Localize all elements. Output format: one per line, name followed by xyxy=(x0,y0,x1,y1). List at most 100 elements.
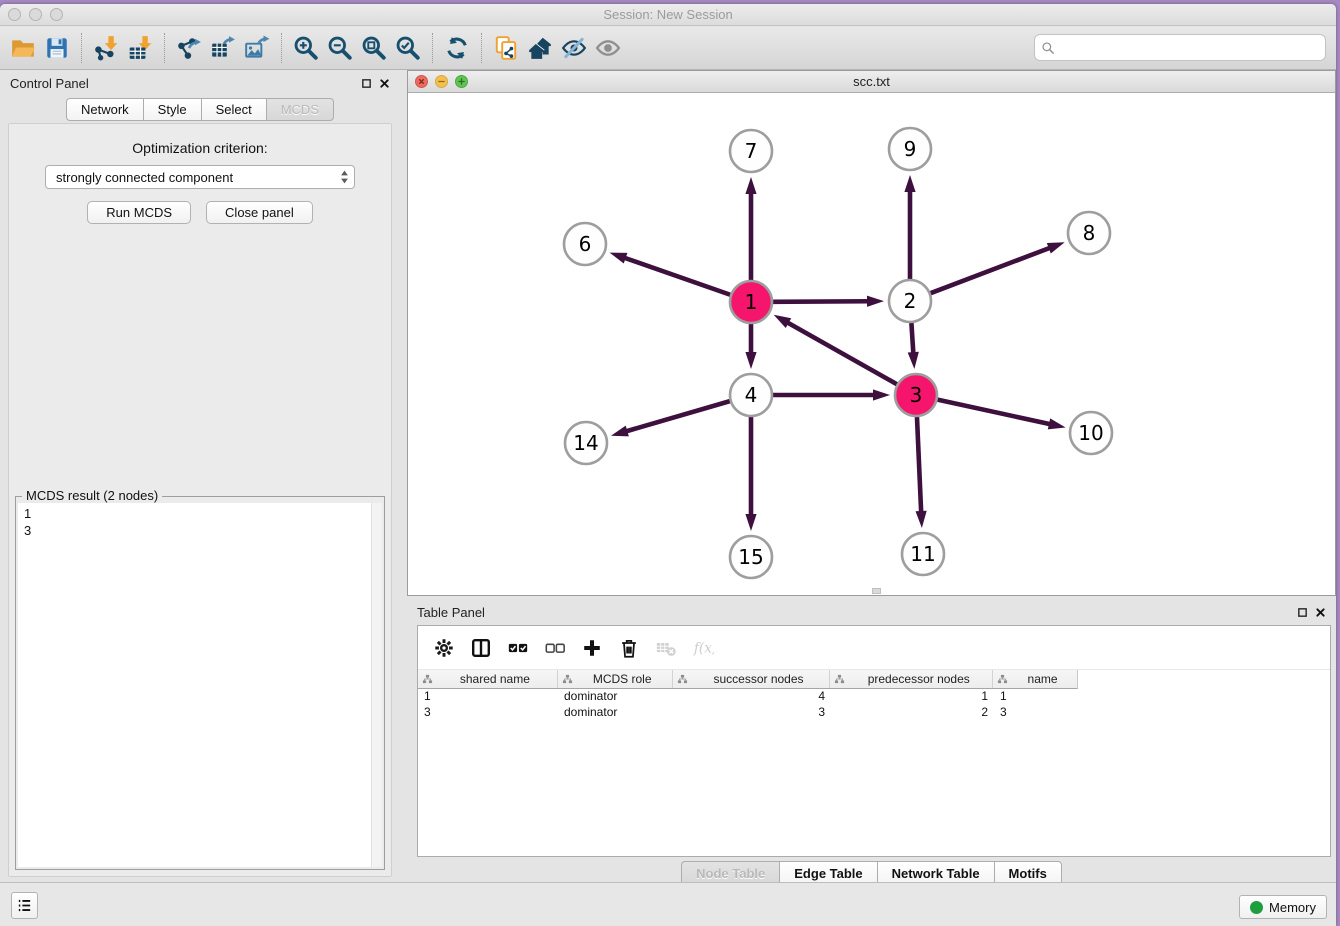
graph-edge-1-7[interactable] xyxy=(745,177,756,280)
float-panel-icon[interactable] xyxy=(361,78,372,89)
table-row[interactable]: 3dominator323 xyxy=(418,705,1330,721)
column-header-label: predecessor nodes xyxy=(847,672,990,686)
table-options-button[interactable] xyxy=(428,632,460,664)
deselect-all-rows-button[interactable] xyxy=(539,632,571,664)
graph-node-11[interactable]: 11 xyxy=(902,533,944,575)
status-menu-button[interactable] xyxy=(11,892,38,919)
column-header-predecessor-nodes[interactable]: predecessor nodes xyxy=(830,670,993,688)
zoom-out-button[interactable] xyxy=(323,31,357,65)
network-minimize-button[interactable] xyxy=(435,75,448,88)
graph-node-9[interactable]: 9 xyxy=(889,128,931,170)
mcds-result-scrollbar[interactable] xyxy=(371,503,382,867)
graph-edge-1-2[interactable] xyxy=(773,296,884,307)
function-builder-icon: f(x) xyxy=(692,637,714,659)
toolbar-separator xyxy=(481,33,482,63)
export-table-button[interactable] xyxy=(206,31,240,65)
optimization-criterion-select[interactable]: strongly connected component xyxy=(45,165,355,189)
graph-node-3[interactable]: 3 xyxy=(895,374,937,416)
delete-table-icon xyxy=(655,637,677,659)
hide-selected-icon xyxy=(561,35,587,61)
pane-resize-handle[interactable] xyxy=(872,588,881,594)
show-all-button[interactable] xyxy=(591,31,625,65)
graph-node-15[interactable]: 15 xyxy=(730,536,772,578)
graph-node-1[interactable]: 1 xyxy=(730,281,772,323)
svg-text:7: 7 xyxy=(745,139,758,163)
delete-column-icon xyxy=(618,637,640,659)
table-cell[interactable]: 1 xyxy=(994,689,1078,705)
column-header-successor-nodes[interactable]: successor nodes xyxy=(673,670,831,688)
add-column-button[interactable] xyxy=(576,632,608,664)
new-network-from-selection-button[interactable] xyxy=(489,31,523,65)
graph-edge-2-3[interactable] xyxy=(908,323,919,369)
close-panel-button[interactable]: Close panel xyxy=(206,201,313,224)
graph-edge-1-4[interactable] xyxy=(745,324,756,369)
column-header-shared-name[interactable]: shared name xyxy=(418,670,558,688)
import-table-button[interactable] xyxy=(123,31,157,65)
export-image-icon xyxy=(244,35,270,61)
memory-button[interactable]: Memory xyxy=(1239,895,1327,919)
graph-node-4[interactable]: 4 xyxy=(730,374,772,416)
graph-edge-4-14[interactable] xyxy=(611,401,730,436)
import-network-button[interactable] xyxy=(89,31,123,65)
tab-select[interactable]: Select xyxy=(201,98,266,121)
table-cell[interactable]: 2 xyxy=(831,705,994,721)
save-session-button[interactable] xyxy=(40,31,74,65)
select-all-rows-button[interactable] xyxy=(502,632,534,664)
dropdown-stepper-icon xyxy=(339,169,350,185)
network-canvas[interactable]: 7 9 6 8 1 2 4 3 14 10 15 11 xyxy=(408,93,1335,595)
table-cell[interactable]: 3 xyxy=(673,705,831,721)
hide-selected-button[interactable] xyxy=(557,31,591,65)
close-table-panel-icon[interactable] xyxy=(1315,607,1326,618)
column-header-name[interactable]: name xyxy=(993,670,1077,688)
graph-node-2[interactable]: 2 xyxy=(889,280,931,322)
table-row[interactable]: 1dominator411 xyxy=(418,689,1330,705)
node-table-container: f(x) shared nameMCDS rolesuccessor nodes… xyxy=(417,625,1331,857)
export-network-button[interactable] xyxy=(172,31,206,65)
table-cell[interactable]: 3 xyxy=(994,705,1078,721)
graph-node-7[interactable]: 7 xyxy=(730,130,772,172)
table-cell[interactable]: 1 xyxy=(831,689,994,705)
zoom-in-button[interactable] xyxy=(289,31,323,65)
import-network-icon xyxy=(93,35,119,61)
graph-node-14[interactable]: 14 xyxy=(565,422,607,464)
delete-column-button[interactable] xyxy=(613,632,645,664)
table-cell[interactable]: 1 xyxy=(418,689,558,705)
zoom-fit-button[interactable] xyxy=(357,31,391,65)
tab-mcds[interactable]: MCDS xyxy=(266,98,334,121)
show-all-icon xyxy=(595,35,621,61)
column-header-MCDS-role[interactable]: MCDS role xyxy=(558,670,673,688)
close-panel-icon[interactable] xyxy=(379,78,390,89)
graph-edge-3-11[interactable] xyxy=(916,417,927,528)
table-cell[interactable]: 3 xyxy=(418,705,558,721)
tab-network[interactable]: Network xyxy=(66,98,143,121)
graph-edge-2-9[interactable] xyxy=(904,175,915,279)
table-cell[interactable]: dominator xyxy=(558,705,673,721)
network-maximize-button[interactable] xyxy=(455,75,468,88)
float-table-panel-icon[interactable] xyxy=(1297,607,1308,618)
table-cell[interactable]: dominator xyxy=(558,689,673,705)
graph-edge-4-15[interactable] xyxy=(745,417,756,531)
export-image-button[interactable] xyxy=(240,31,274,65)
toggle-split-view-button[interactable] xyxy=(465,632,497,664)
graph-edge-4-3[interactable] xyxy=(773,389,890,400)
zoom-selected-button[interactable] xyxy=(391,31,425,65)
run-mcds-button[interactable]: Run MCDS xyxy=(87,201,191,224)
network-graph: 7 9 6 8 1 2 4 3 14 10 15 11 xyxy=(408,93,1335,596)
graph-edge-1-6[interactable] xyxy=(610,253,731,295)
mcds-result-text[interactable]: 1 3 xyxy=(18,503,382,867)
open-session-button[interactable] xyxy=(6,31,40,65)
graph-edge-2-8[interactable] xyxy=(931,242,1065,293)
optimization-criterion-label: Optimization criterion: xyxy=(9,140,391,156)
search-input[interactable] xyxy=(1059,40,1319,55)
graph-node-6[interactable]: 6 xyxy=(564,223,606,265)
graph-node-10[interactable]: 10 xyxy=(1070,412,1112,454)
network-close-button[interactable] xyxy=(415,75,428,88)
refresh-layout-button[interactable] xyxy=(440,31,474,65)
table-cell[interactable]: 4 xyxy=(673,689,831,705)
tab-style[interactable]: Style xyxy=(143,98,201,121)
graph-edge-3-1[interactable] xyxy=(774,315,897,384)
first-neighbors-button[interactable] xyxy=(523,31,557,65)
search-box[interactable] xyxy=(1034,34,1326,61)
graph-node-8[interactable]: 8 xyxy=(1068,212,1110,254)
graph-edge-3-10[interactable] xyxy=(937,400,1065,430)
